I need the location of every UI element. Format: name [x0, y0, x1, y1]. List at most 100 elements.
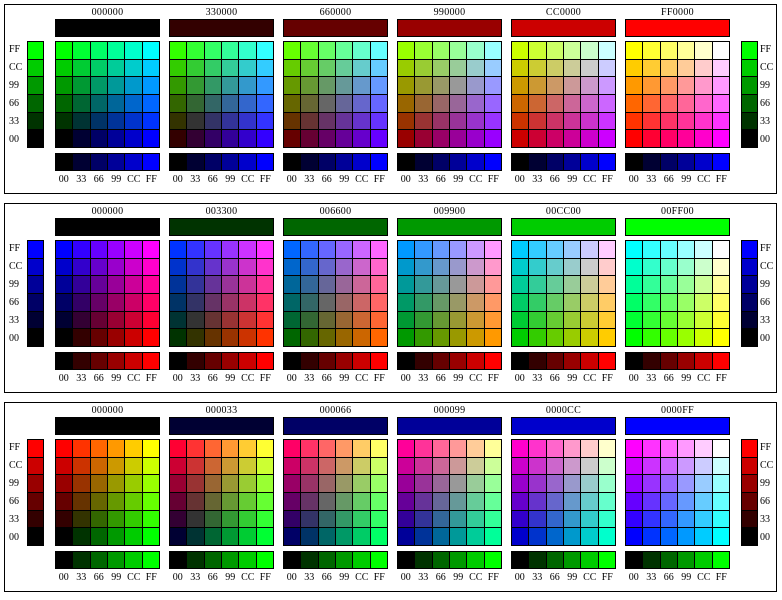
color-cell[interactable]	[660, 457, 677, 475]
color-cell[interactable]	[660, 510, 677, 528]
color-cell[interactable]	[529, 440, 546, 457]
color-cell[interactable]	[626, 130, 643, 147]
color-cell[interactable]	[187, 510, 204, 528]
color-cell[interactable]	[90, 59, 107, 77]
color-cell[interactable]	[712, 276, 729, 293]
color-cell[interactable]	[581, 59, 598, 77]
color-cell[interactable]	[643, 510, 660, 528]
color-cell[interactable]	[90, 130, 107, 147]
color-cell[interactable]	[56, 457, 73, 475]
color-cell[interactable]	[450, 492, 467, 510]
color-cell[interactable]	[712, 293, 729, 311]
color-cell[interactable]	[222, 94, 239, 112]
color-cell[interactable]	[484, 77, 501, 94]
color-cell[interactable]	[432, 42, 449, 59]
color-cell[interactable]	[467, 457, 484, 475]
color-cell[interactable]	[318, 112, 335, 130]
color-cell[interactable]	[546, 241, 563, 258]
color-cell[interactable]	[546, 475, 563, 492]
color-cell[interactable]	[643, 528, 660, 545]
color-cell[interactable]	[678, 311, 695, 329]
color-cell[interactable]	[336, 42, 353, 59]
color-cell[interactable]	[204, 440, 221, 457]
color-cell[interactable]	[432, 440, 449, 457]
color-cell[interactable]	[598, 59, 615, 77]
color-cell[interactable]	[564, 241, 581, 258]
color-cell[interactable]	[512, 42, 529, 59]
color-cell[interactable]	[170, 241, 187, 258]
color-cell[interactable]	[450, 311, 467, 329]
color-cell[interactable]	[529, 293, 546, 311]
color-cell[interactable]	[695, 440, 712, 457]
color-cell[interactable]	[370, 510, 387, 528]
color-cell[interactable]	[204, 59, 221, 77]
color-cell[interactable]	[187, 329, 204, 346]
color-cell[interactable]	[336, 311, 353, 329]
color-cell[interactable]	[73, 510, 90, 528]
color-cell[interactable]	[56, 440, 73, 457]
color-cell[interactable]	[546, 276, 563, 293]
color-cell[interactable]	[415, 94, 432, 112]
color-cell[interactable]	[678, 94, 695, 112]
color-cell[interactable]	[546, 77, 563, 94]
color-cell[interactable]	[467, 475, 484, 492]
color-cell[interactable]	[142, 440, 159, 457]
color-cell[interactable]	[90, 258, 107, 276]
color-cell[interactable]	[467, 112, 484, 130]
color-cell[interactable]	[90, 440, 107, 457]
color-cell[interactable]	[336, 510, 353, 528]
color-cell[interactable]	[353, 510, 370, 528]
color-cell[interactable]	[284, 112, 301, 130]
color-cell[interactable]	[187, 276, 204, 293]
color-cell[interactable]	[415, 311, 432, 329]
color-cell[interactable]	[398, 130, 415, 147]
color-cell[interactable]	[660, 492, 677, 510]
color-cell[interactable]	[318, 59, 335, 77]
color-cell[interactable]	[626, 311, 643, 329]
color-cell[interactable]	[432, 241, 449, 258]
color-cell[interactable]	[108, 528, 125, 545]
color-cell[interactable]	[712, 258, 729, 276]
color-cell[interactable]	[370, 329, 387, 346]
color-cell[interactable]	[239, 492, 256, 510]
color-cell[interactable]	[284, 276, 301, 293]
color-cell[interactable]	[222, 457, 239, 475]
color-cell[interactable]	[398, 492, 415, 510]
color-cell[interactable]	[678, 130, 695, 147]
color-cell[interactable]	[301, 59, 318, 77]
color-cell[interactable]	[353, 42, 370, 59]
color-cell[interactable]	[564, 329, 581, 346]
color-cell[interactable]	[467, 440, 484, 457]
color-cell[interactable]	[546, 130, 563, 147]
color-cell[interactable]	[660, 276, 677, 293]
color-cell[interactable]	[353, 528, 370, 545]
color-cell[interactable]	[415, 510, 432, 528]
color-cell[interactable]	[529, 276, 546, 293]
color-cell[interactable]	[108, 276, 125, 293]
color-cell[interactable]	[142, 510, 159, 528]
color-cell[interactable]	[222, 311, 239, 329]
color-cell[interactable]	[239, 130, 256, 147]
color-cell[interactable]	[581, 258, 598, 276]
color-cell[interactable]	[450, 112, 467, 130]
color-cell[interactable]	[712, 94, 729, 112]
color-cell[interactable]	[204, 258, 221, 276]
color-cell[interactable]	[256, 258, 273, 276]
color-cell[interactable]	[695, 293, 712, 311]
color-cell[interactable]	[467, 77, 484, 94]
color-cell[interactable]	[284, 475, 301, 492]
color-cell[interactable]	[301, 293, 318, 311]
color-cell[interactable]	[125, 258, 142, 276]
color-cell[interactable]	[678, 457, 695, 475]
color-cell[interactable]	[73, 457, 90, 475]
color-cell[interactable]	[336, 77, 353, 94]
color-cell[interactable]	[170, 440, 187, 457]
color-cell[interactable]	[108, 293, 125, 311]
color-cell[interactable]	[415, 112, 432, 130]
color-cell[interactable]	[450, 241, 467, 258]
color-cell[interactable]	[484, 457, 501, 475]
color-cell[interactable]	[108, 42, 125, 59]
color-cell[interactable]	[712, 457, 729, 475]
color-cell[interactable]	[370, 130, 387, 147]
color-cell[interactable]	[512, 258, 529, 276]
